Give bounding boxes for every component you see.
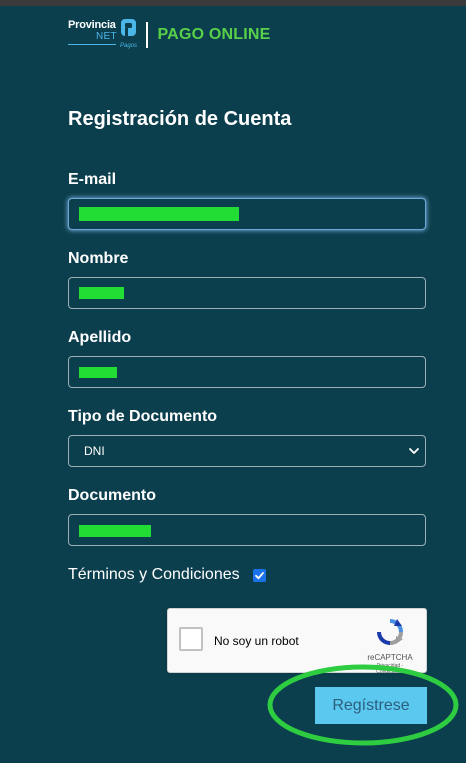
recaptcha-label: No soy un robot bbox=[214, 634, 299, 648]
logo-underline bbox=[68, 44, 116, 45]
apellido-label: Apellido bbox=[68, 329, 132, 346]
apellido-field[interactable] bbox=[68, 356, 426, 388]
tipo-documento-select[interactable]: DNI bbox=[68, 435, 426, 467]
terms-checkbox[interactable] bbox=[252, 568, 266, 582]
terms-row: Términos y Condiciones bbox=[68, 566, 266, 584]
recaptcha-icon bbox=[377, 619, 403, 645]
recaptcha-checkbox[interactable] bbox=[179, 627, 203, 651]
email-label: E-mail bbox=[68, 171, 117, 188]
redacted-value bbox=[79, 287, 124, 299]
tipo-documento-label: Tipo de Documento bbox=[68, 408, 218, 425]
provincia-net-icon bbox=[121, 19, 136, 36]
chevron-down-icon bbox=[409, 448, 419, 454]
nombre-field[interactable] bbox=[68, 277, 426, 309]
header: Provincia NET Pagos PAGO ONLINE bbox=[68, 18, 271, 52]
check-icon bbox=[254, 571, 264, 579]
recaptcha-brand: reCAPTCHA bbox=[367, 653, 413, 662]
documento-label: Documento bbox=[68, 487, 156, 504]
recaptcha-logo: reCAPTCHA Privacidad - Condiciones bbox=[364, 617, 416, 675]
logo-net-text: NET bbox=[96, 31, 117, 42]
redacted-value bbox=[79, 525, 151, 537]
product-title: PAGO ONLINE bbox=[157, 26, 271, 43]
redacted-value bbox=[79, 207, 239, 221]
terms-label: Términos y Condiciones bbox=[68, 566, 240, 583]
page-title: Registración de Cuenta bbox=[68, 108, 292, 130]
redacted-value bbox=[79, 367, 117, 378]
browser-top-bar bbox=[0, 0, 466, 6]
header-divider bbox=[146, 22, 148, 48]
provincia-net-logo: Provincia NET Pagos bbox=[68, 18, 138, 52]
register-button[interactable]: Regístrese bbox=[315, 687, 427, 724]
email-field[interactable] bbox=[68, 198, 426, 230]
tipo-documento-value: DNI bbox=[84, 444, 105, 458]
documento-field[interactable] bbox=[68, 514, 426, 546]
recaptcha-terms[interactable]: Privacidad - Condiciones bbox=[364, 663, 416, 675]
nombre-label: Nombre bbox=[68, 250, 129, 267]
recaptcha-widget: No soy un robot reCAPTCHA Privacidad - C… bbox=[167, 608, 427, 675]
logo-provincia-text: Provincia bbox=[68, 19, 116, 31]
logo-pagos-text: Pagos bbox=[120, 43, 138, 49]
